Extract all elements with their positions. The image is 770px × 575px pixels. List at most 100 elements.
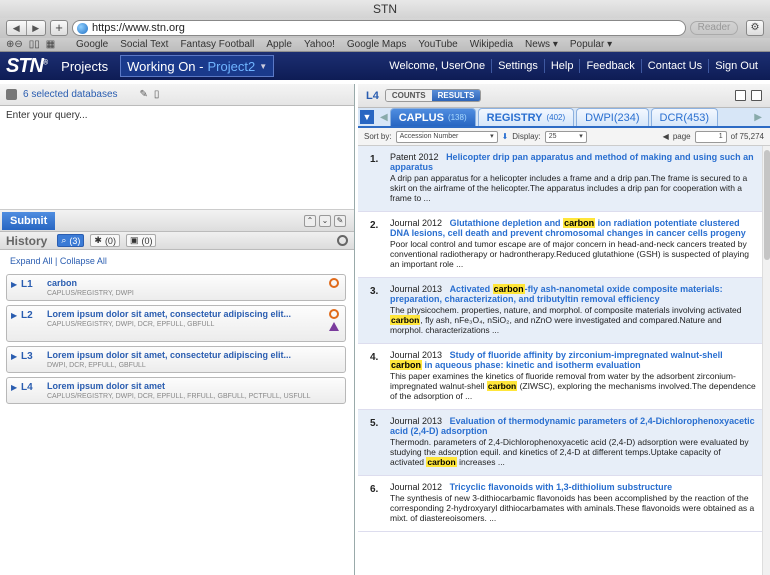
counts-tab[interactable]: COUNTS [385, 90, 432, 101]
result-item: 5. Journal 2013 Evaluation of thermodyna… [358, 410, 762, 476]
result-title-link[interactable]: Tricyclic flavonoids with 1,3-dithiolium… [450, 482, 673, 492]
top-sites-icon[interactable]: ▦ [46, 39, 55, 50]
history-filter-saved[interactable]: ▣ (0) [125, 234, 157, 247]
history-item-query[interactable]: Lorem ipsum dolor sit amet, consectetur … [47, 350, 327, 360]
warning-icon[interactable] [329, 322, 339, 331]
bookmark-google-maps[interactable]: Google Maps [347, 39, 406, 50]
bookmark-apple[interactable]: Apple [266, 39, 292, 50]
bookmark-popular[interactable]: Popular ▾ [570, 39, 612, 50]
bookmark-yahoo[interactable]: Yahoo! [304, 39, 335, 50]
history-item-id: L2 [21, 310, 33, 321]
clock-icon[interactable] [329, 278, 339, 288]
nav-sign-out[interactable]: Sign Out [709, 60, 764, 72]
gear-icon[interactable] [337, 235, 348, 246]
scrollbar[interactable] [762, 146, 770, 575]
save-icon: ▣ [129, 235, 139, 245]
book-icon[interactable]: ▯ [154, 89, 160, 100]
stn-logo[interactable]: STN® [6, 55, 48, 78]
bookmark-social-text[interactable]: Social Text [120, 39, 168, 50]
result-title-link[interactable]: Evaluation of thermodynamic parameters o… [390, 416, 755, 436]
project-name: Project2 [207, 58, 256, 74]
history-item-id: L4 [21, 382, 33, 393]
result-item: 3. Journal 2013 Activated carbon-fly ash… [358, 278, 762, 344]
forward-icon[interactable]: ▶ [27, 21, 46, 35]
structure-icon[interactable]: ✎ [140, 89, 148, 100]
bookmark-fantasy-football[interactable]: Fantasy Football [180, 39, 254, 50]
edit-icon[interactable]: ✎ [334, 214, 346, 227]
chevron-down-icon: ▾ [490, 132, 494, 140]
expand-triangle-icon[interactable]: ▶ [11, 350, 21, 369]
expand-triangle-icon[interactable]: ▶ [11, 278, 21, 297]
result-item: 1. Patent 2012 Helicopter drip pan appar… [358, 146, 762, 212]
query-input[interactable]: Enter your query... [0, 106, 354, 210]
tab-dwpi[interactable]: DWPI(234) [576, 108, 649, 126]
app-header: STN® Projects Working On - Project2 ▼ We… [0, 52, 770, 80]
results-tab[interactable]: RESULTS [431, 90, 481, 101]
history-item[interactable]: ▶ L2 Lorem ipsum dolor sit amet, consect… [6, 305, 346, 342]
nav-help[interactable]: Help [545, 60, 580, 72]
settings-icon[interactable]: ⚙ [746, 20, 764, 36]
expand-all-link[interactable]: Expand All [10, 256, 53, 266]
expand-icon[interactable]: ⌄ [319, 214, 331, 227]
bookmarks-bar: ⊕⊖ ▯▯ ▦ Google Social Text Fantasy Footbal… [0, 38, 770, 52]
database-bar: 6 selected databases ✎ ▯ [0, 84, 354, 106]
reader-button[interactable]: Reader [690, 21, 738, 35]
tab-registry[interactable]: REGISTRY (402) [477, 108, 575, 126]
results-topbar: L4 COUNTS RESULTS [358, 84, 770, 108]
sort-by-select[interactable]: Accession Number ▾ [395, 130, 498, 143]
bookmark-news[interactable]: News ▾ [525, 39, 558, 50]
view-toggle[interactable]: COUNTS RESULTS [384, 89, 482, 102]
history-item[interactable]: ▶ L1 carbon CAPLUS/REGISTRY, DWPI [6, 274, 346, 301]
nav-settings[interactable]: Settings [492, 60, 544, 72]
history-item[interactable]: ▶ L3 Lorem ipsum dolor sit amet, consect… [6, 346, 346, 373]
bookmark-google[interactable]: Google [76, 39, 108, 50]
history-filter-alerts[interactable]: ✱ (0) [90, 234, 120, 247]
nav-feedback[interactable]: Feedback [580, 60, 640, 72]
sort-direction-icon[interactable]: ⬇ [502, 132, 509, 141]
history-item[interactable]: ▶ L4 Lorem ipsum dolor sit amet CAPLUS/R… [6, 377, 346, 404]
url-text[interactable]: https://www.stn.org [92, 22, 185, 34]
results-list: 1. Patent 2012 Helicopter drip pan appar… [358, 146, 762, 575]
result-title-link[interactable]: Glutathione depletion and carbon ion rad… [390, 218, 746, 238]
chevron-right-icon[interactable]: ▶ [754, 112, 762, 123]
reading-list-icon[interactable]: ⊕⊖ [6, 39, 23, 50]
history-item-query[interactable]: Lorem ipsum dolor sit amet, consectetur … [47, 309, 327, 319]
filter-icon[interactable]: ▼ [360, 110, 374, 124]
submit-button[interactable]: Submit [2, 211, 56, 230]
answer-set-label: L4 [366, 89, 379, 102]
window-title: STN [0, 0, 770, 18]
nav-contact-us[interactable]: Contact Us [642, 60, 708, 72]
chevron-left-icon[interactable]: ◀ [380, 112, 388, 123]
page-label: page [672, 132, 691, 141]
tab-caplus[interactable]: CAPLUS (138) [389, 108, 476, 126]
new-tab-button[interactable]: + [50, 20, 68, 36]
page-input[interactable]: 1 [694, 130, 727, 143]
expand-triangle-icon[interactable]: ▶ [11, 381, 21, 400]
display-label: Display: [512, 132, 541, 141]
prev-page-icon[interactable]: ◀ [663, 132, 669, 141]
clock-icon[interactable] [329, 309, 339, 319]
collapse-all-link[interactable]: Collapse All [60, 256, 107, 266]
history-item-query[interactable]: Lorem ipsum dolor sit amet [47, 381, 327, 391]
project-selector[interactable]: Working On - Project2 ▼ [120, 55, 275, 77]
save-icon[interactable] [735, 90, 746, 101]
history-filter-searches[interactable]: ⌕ (3) [57, 234, 85, 247]
bookmarks-icon[interactable]: ▯▯ [29, 39, 40, 50]
result-item: 6. Journal 2012 Tricyclic flavonoids wit… [358, 476, 762, 532]
result-abstract: The synthesis of new 3-dithiocarbamic fl… [390, 493, 755, 523]
history-item-query[interactable]: carbon [47, 278, 327, 288]
back-forward-buttons[interactable]: ◀ ▶ [6, 20, 46, 36]
bookmark-wikipedia[interactable]: Wikipedia [470, 39, 513, 50]
selected-databases-link[interactable]: 6 selected databases [23, 89, 118, 100]
url-bar[interactable]: https://www.stn.org [72, 20, 686, 36]
collapse-icon[interactable]: ⌃ [304, 214, 316, 227]
result-title-link[interactable]: Helicopter drip pan apparatus and method… [390, 152, 754, 172]
scrollbar-thumb[interactable] [764, 150, 770, 260]
bookmark-youtube[interactable]: YouTube [418, 39, 457, 50]
projects-link[interactable]: Projects [61, 59, 108, 74]
tab-dcr[interactable]: DCR(453) [650, 108, 719, 126]
expand-triangle-icon[interactable]: ▶ [11, 309, 21, 338]
display-select[interactable]: 25 ▾ [544, 130, 587, 143]
back-icon[interactable]: ◀ [7, 21, 27, 35]
print-icon[interactable] [751, 90, 762, 101]
